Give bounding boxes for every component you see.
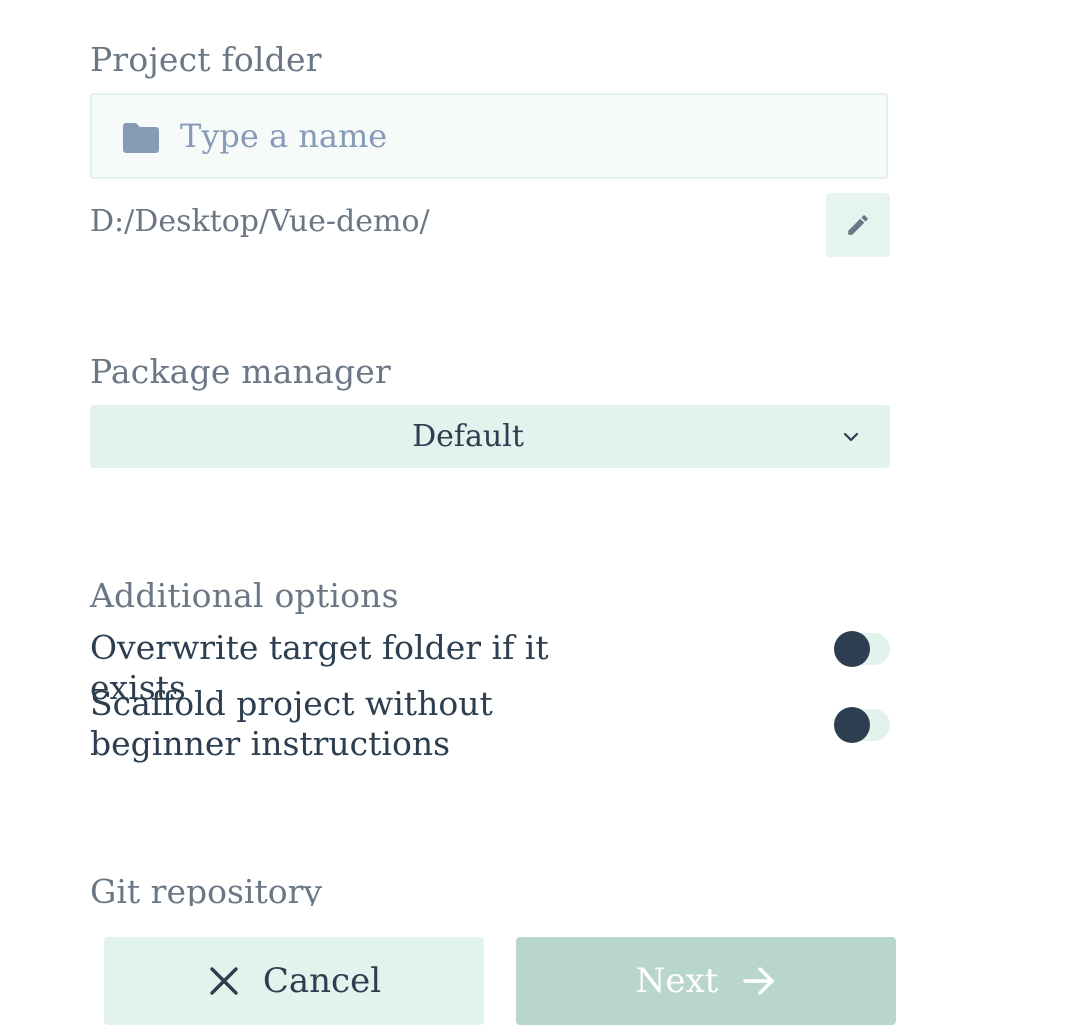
- project-folder-label: Project folder: [90, 40, 322, 79]
- toggle-knob: [834, 631, 870, 667]
- project-name-input[interactable]: [180, 95, 870, 177]
- next-label: Next: [635, 961, 719, 1001]
- cancel-label: Cancel: [262, 961, 382, 1001]
- option-scaffold-label: Scaffold project without beginner instru…: [90, 684, 493, 763]
- next-button[interactable]: Next: [516, 937, 896, 1025]
- pencil-icon: [848, 215, 868, 235]
- additional-options-label: Additional options: [90, 576, 399, 615]
- close-icon: [210, 967, 238, 995]
- cancel-button[interactable]: Cancel: [104, 937, 484, 1025]
- chevron-down-icon: [843, 432, 859, 442]
- package-manager-label: Package manager: [90, 352, 392, 391]
- edit-path-button[interactable]: [826, 193, 890, 257]
- project-create-form: Project folder D:/Desktop/Vue-demo/ Pack…: [0, 0, 1076, 1036]
- package-manager-value: Default: [412, 419, 524, 454]
- overwrite-toggle[interactable]: [834, 631, 890, 667]
- project-name-field[interactable]: [90, 93, 888, 179]
- package-manager-select[interactable]: Default: [90, 405, 890, 468]
- option-scaffold: Scaffold project without beginner instru…: [90, 684, 890, 768]
- project-path: D:/Desktop/Vue-demo/: [90, 204, 430, 239]
- folder-icon: [123, 123, 159, 153]
- arrow-right-icon: [743, 967, 775, 995]
- scaffold-toggle[interactable]: [834, 707, 890, 743]
- option-overwrite: Overwrite target folder if it exists: [90, 628, 890, 707]
- git-repository-label: Git repository: [90, 872, 322, 906]
- toggle-knob: [834, 707, 870, 743]
